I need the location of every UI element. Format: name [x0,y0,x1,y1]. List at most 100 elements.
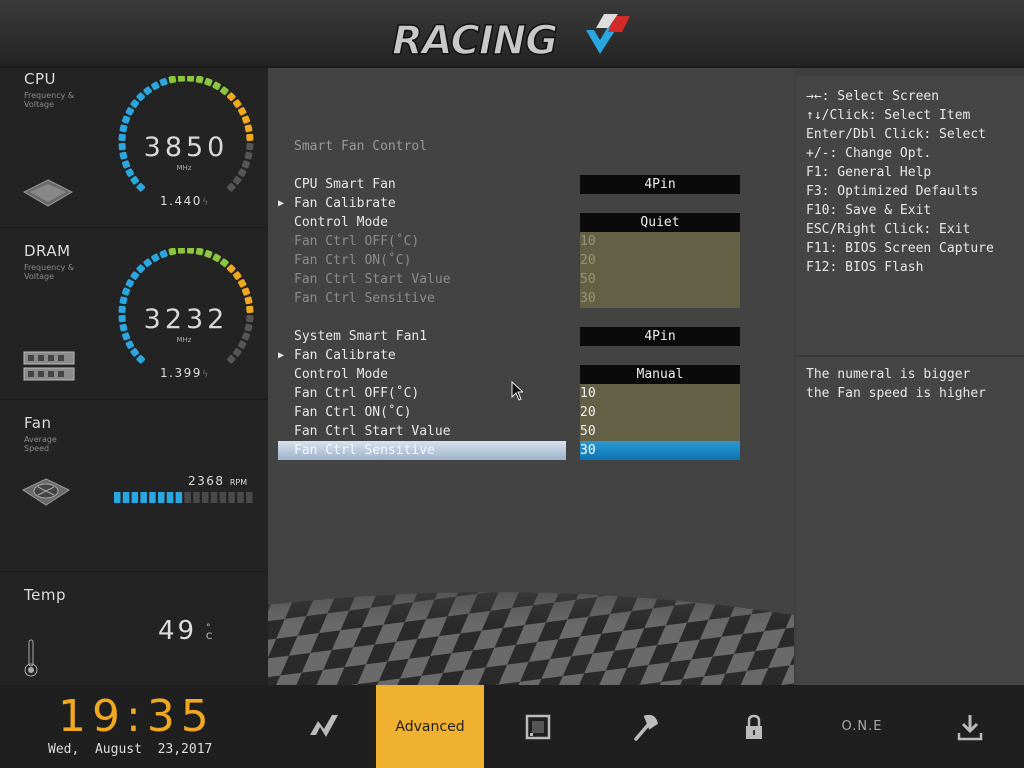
gauge-segment [121,287,131,296]
description-line: the Fan speed is higher [806,386,987,401]
gauge-segment [118,142,126,151]
sys-fan-calibrate-link[interactable]: ▶ Fan Calibrate [278,346,750,365]
cpu-subtitle: Frequency & Voltage [24,91,75,109]
sys-control-mode-select[interactable]: Manual [580,365,740,384]
gauge-segment [241,115,251,124]
nav-advanced-tab[interactable]: Advanced [376,685,484,768]
gauge-segment [226,264,236,274]
fan-title: Fan [24,414,52,432]
help-line: ESC/Right Click: Exit [806,222,971,237]
cpu-frequency-unit: MHz [176,164,192,172]
gauge-segment [136,264,146,274]
submenu-arrow-icon: ▶ [278,350,285,361]
hardware-monitor-panel: CPU Frequency & Voltage 3850 MHz 1.440ϟ … [0,68,268,685]
gauge-segment [159,77,168,87]
help-panel: →←: Select Screen ↑↓/Click: Select Item … [794,68,1024,685]
sys-fan-start-field[interactable]: 50 [580,422,740,441]
gauge-segment [232,99,242,108]
gauge-segment [177,248,186,254]
gauge-segment [125,168,135,177]
gauge-segment [168,76,177,84]
memory-stick-icon [23,351,75,381]
sys-fan-sensitive-field[interactable]: 30 [580,441,740,460]
gauge-segment [246,133,254,142]
gauge-segment [125,279,135,288]
cpu-control-mode-select[interactable]: Quiet [580,213,740,232]
checkered-flag-decoration [268,565,794,685]
gauge-segment [220,86,229,96]
fan-bar-segment [228,492,235,503]
fan-bar-segment [158,492,165,503]
gauge-segment [186,248,195,254]
clock-date: Wed, August 23,2017 [48,742,213,757]
nav-main-tab[interactable] [268,685,376,768]
cpu-fan-calibrate-link[interactable]: ▶ Fan Calibrate [278,194,750,213]
fan-bar-segment [202,492,209,503]
fan-bar-segment [122,492,130,503]
cpu-title: CPU [24,70,56,88]
temp-value: 49 [158,616,198,646]
gauge-segment [159,249,168,259]
fan-bar-segment [246,492,253,503]
section-title: Smart Fan Control [294,139,428,154]
cpu-frequency-value: 3850 [143,132,229,163]
cpu-fan-sensitive-field: 30 [580,289,740,308]
gauge-segment [130,271,140,280]
gauge-segment [177,76,186,82]
chip-icon [525,714,551,740]
fan-bar-segment [166,492,174,503]
help-line: +/-: Change Opt. [806,146,932,161]
header-bar: RACING [0,0,1024,68]
gauge-segment [121,115,131,124]
gauge-segment [118,133,126,142]
gauge-segment [125,107,135,116]
nav-one-tab[interactable]: O.N.E [808,685,916,768]
gauge-segment [195,248,204,256]
fan-bar-segment [114,492,121,503]
fan-bar-segment [184,492,191,503]
nav-tools-tab[interactable] [592,685,700,768]
sys-fan-off-field[interactable]: 10 [580,384,740,403]
description-line: The numeral is bigger [806,367,971,382]
fan-bar-segment [175,492,183,503]
mouse-cursor-icon [511,381,523,401]
gauge-segment [204,249,213,259]
help-line: F11: BIOS Screen Capture [806,241,994,256]
cpu-smart-fan-select[interactable]: 4Pin [580,175,740,194]
nav-chipset-tab[interactable] [484,685,592,768]
dram-subtitle: Frequency & Voltage [24,263,75,281]
svg-text:RACING: RACING [392,18,557,64]
gauge-segment [130,348,140,357]
help-line: ↑↓/Click: Select Item [806,108,971,123]
help-line: →←: Select Screen [806,89,940,104]
gauge-segment [118,314,126,323]
sys-fan-on-field[interactable]: 20 [580,403,740,422]
dram-voltage-value: 1.399ϟ [160,366,210,380]
cpu-fan-on-field: 20 [580,251,740,270]
help-line: F3: Optimized Defaults [806,184,979,199]
gauge-segment [130,176,140,185]
gauge-segment [143,86,152,96]
bolt-icon: ϟ [201,197,210,208]
racing-logo-icon [310,715,338,737]
gauge-segment [241,287,251,296]
wrench-icon [634,714,658,741]
fan-monitor: Fan Average Speed 2368 RPM [0,400,268,572]
fan-bar-segment [237,492,244,503]
gauge-segment [212,253,221,263]
dram-frequency-value: 3232 [143,304,229,335]
gauge-segment [204,77,213,87]
gauge-segment [226,182,236,192]
fan-bar-segment [210,492,218,503]
nav-security-tab[interactable] [700,685,808,768]
gauge-segment [143,258,152,268]
gauge-segment [186,76,195,82]
gauge-segment [151,253,160,263]
fan-icon [22,478,70,506]
gauge-segment [237,279,247,288]
sys-smart-fan1-select[interactable]: 4Pin [580,327,740,346]
fan-speed-bar [114,492,253,503]
racing-logo: RACING [391,14,630,65]
nav-save-exit-tab[interactable] [916,685,1024,768]
fan-subtitle: Average Speed [24,435,57,453]
